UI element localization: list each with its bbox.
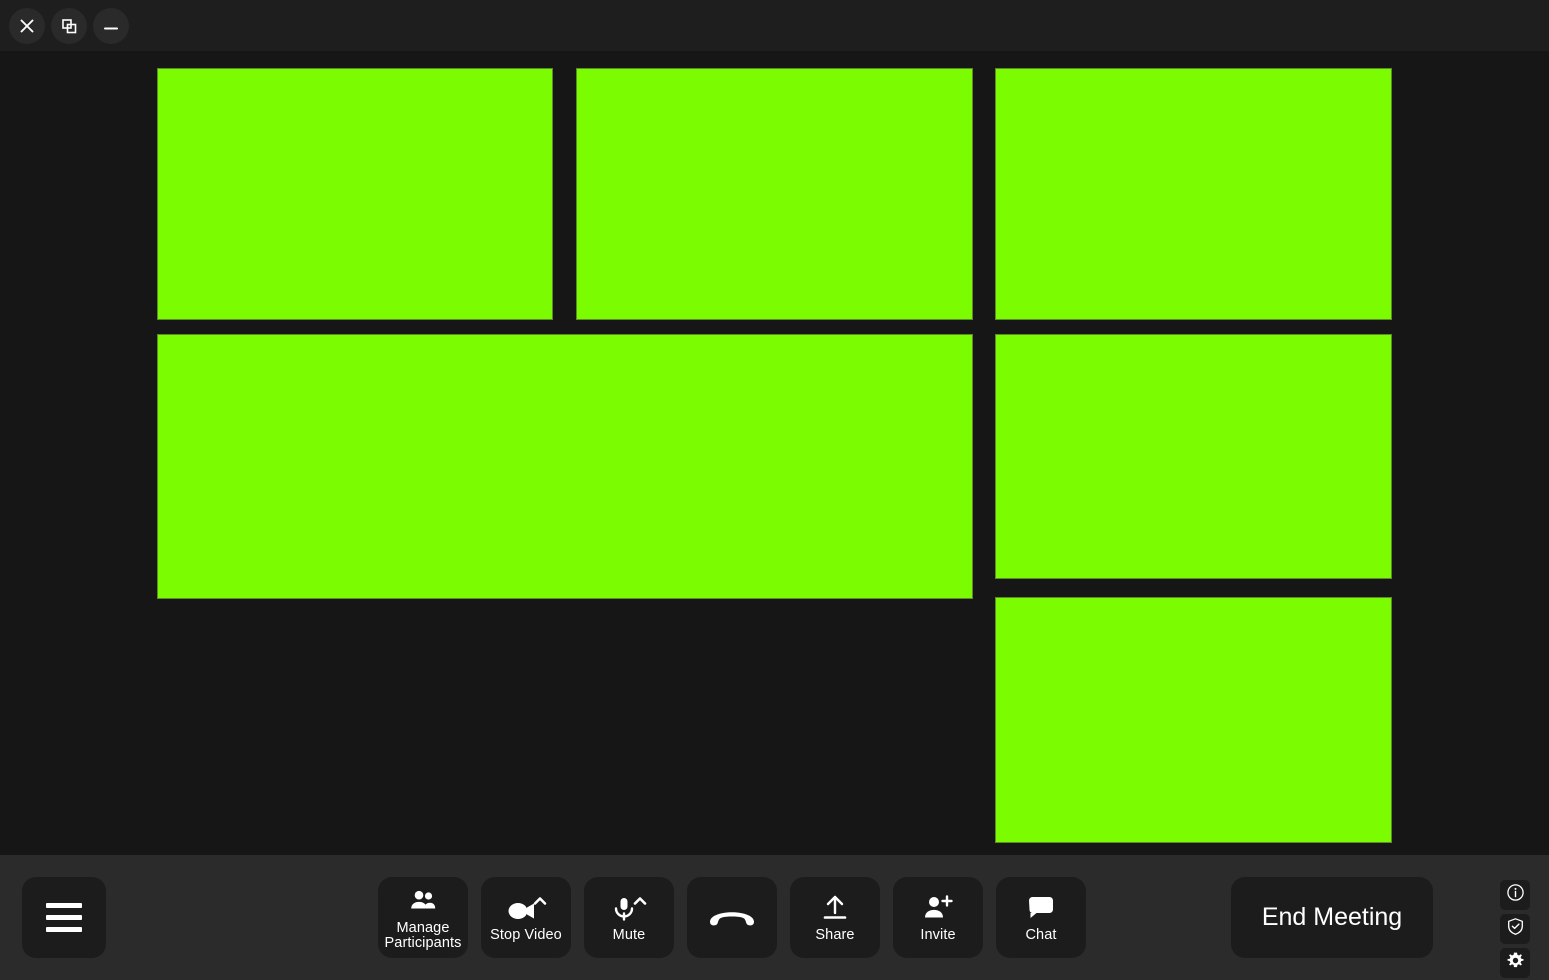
phone-hangup-icon bbox=[704, 899, 760, 933]
stop-video-button[interactable]: Stop Video bbox=[481, 877, 571, 958]
info-circle-icon bbox=[1506, 883, 1525, 907]
participants-icon bbox=[408, 884, 438, 918]
share-button[interactable]: Share bbox=[790, 877, 880, 958]
video-tile-3[interactable] bbox=[995, 68, 1392, 320]
mute-label: Mute bbox=[612, 927, 646, 944]
chat-button[interactable]: Chat bbox=[996, 877, 1086, 958]
video-camera-icon bbox=[504, 891, 548, 925]
window-restore-button[interactable] bbox=[51, 7, 87, 44]
meeting-info-button[interactable] bbox=[1500, 880, 1530, 910]
settings-button[interactable] bbox=[1500, 948, 1530, 978]
hamburger-icon bbox=[46, 903, 82, 932]
chat-label: Chat bbox=[1025, 927, 1057, 944]
window-minimize-button[interactable] bbox=[93, 7, 129, 44]
share-upload-icon bbox=[819, 891, 851, 925]
window-close-button[interactable] bbox=[9, 7, 45, 44]
end-meeting-button[interactable]: End Meeting bbox=[1231, 877, 1433, 958]
video-tile-6[interactable] bbox=[995, 597, 1392, 843]
meeting-security-button[interactable] bbox=[1500, 914, 1530, 944]
microphone-icon bbox=[609, 891, 649, 925]
video-tile-1[interactable] bbox=[157, 68, 553, 320]
toolbar-side-icons bbox=[1500, 880, 1530, 978]
minimize-icon bbox=[101, 17, 121, 35]
end-meeting-label: End Meeting bbox=[1261, 903, 1403, 931]
stop-video-label: Stop Video bbox=[490, 927, 562, 944]
invite-label: Invite bbox=[920, 927, 956, 944]
menu-button[interactable] bbox=[22, 877, 106, 958]
manage-participants-label: Manage Participants bbox=[384, 919, 462, 951]
invite-button[interactable]: Invite bbox=[893, 877, 983, 958]
meeting-toolbar: Manage Participants Stop Video Mute Shar… bbox=[0, 855, 1549, 980]
video-tile-5[interactable] bbox=[995, 334, 1392, 579]
window-title-bar bbox=[0, 0, 1549, 51]
shield-check-icon bbox=[1506, 917, 1525, 941]
person-add-icon bbox=[921, 891, 955, 925]
video-tile-2[interactable] bbox=[576, 68, 973, 320]
gear-icon bbox=[1506, 951, 1525, 975]
video-grid bbox=[0, 51, 1549, 855]
chat-bubble-icon bbox=[1025, 891, 1057, 925]
mute-button[interactable]: Mute bbox=[584, 877, 674, 958]
end-call-button[interactable] bbox=[687, 877, 777, 958]
toolbar-button-group: Manage Participants Stop Video Mute Shar… bbox=[378, 877, 1086, 958]
restore-icon bbox=[60, 17, 78, 35]
manage-participants-button[interactable]: Manage Participants bbox=[378, 877, 468, 958]
close-icon bbox=[18, 17, 36, 35]
video-tile-4[interactable] bbox=[157, 334, 973, 599]
share-label: Share bbox=[815, 927, 855, 944]
